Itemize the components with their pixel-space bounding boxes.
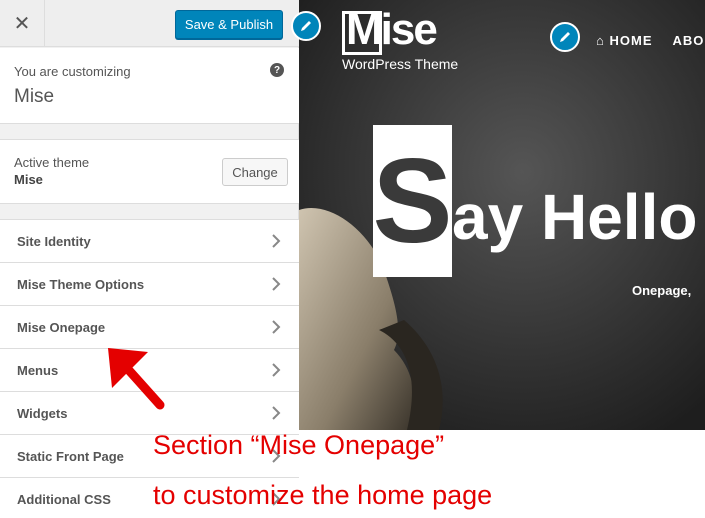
logo-subtitle: WordPress Theme — [342, 56, 459, 72]
chevron-right-icon — [272, 234, 281, 248]
hero-subtitle: Onepage, — [632, 283, 692, 298]
chevron-right-icon — [272, 277, 281, 291]
active-theme-panel: Active theme Mise Change — [0, 139, 299, 204]
change-theme-button[interactable]: Change — [222, 158, 288, 186]
close-button[interactable]: ✕ — [0, 0, 45, 47]
section-site-identity[interactable]: Site Identity — [0, 219, 299, 262]
active-theme-label: Active theme — [14, 155, 90, 170]
chevron-right-icon — [272, 363, 281, 377]
customizing-label: You are customizing — [14, 64, 131, 79]
save-publish-button[interactable]: Save & Publish — [175, 10, 283, 39]
nav-about[interactable]: ABO — [672, 33, 704, 48]
site-nav: ⌂ HOME ABO — [596, 33, 704, 48]
section-label: Widgets — [17, 405, 68, 421]
help-icon[interactable]: ? — [270, 63, 284, 77]
section-label: Mise Theme Options — [17, 276, 145, 292]
active-theme-name: Mise — [14, 172, 43, 187]
edit-menu-pencil-icon[interactable] — [550, 22, 580, 52]
section-mise-theme-options[interactable]: Mise Theme Options — [0, 262, 299, 305]
annotation-line-2: to customize the home page — [153, 480, 493, 510]
site-logo[interactable]: Mise WordPress Theme — [342, 5, 462, 72]
hero-title: ay Hello — [452, 181, 698, 253]
section-label: Mise Onepage — [17, 319, 106, 335]
annotation-line-1: Section “Mise Onepage” — [153, 430, 445, 460]
customizing-info: You are customizing Mise ? — [0, 48, 299, 124]
section-label: Static Front Page — [17, 448, 124, 464]
chevron-right-icon — [272, 320, 281, 334]
customizing-theme-name: Mise — [14, 86, 55, 107]
section-label: Site Identity — [17, 233, 91, 249]
logo-text: Mise — [346, 5, 438, 54]
close-icon: ✕ — [13, 13, 31, 35]
chevron-right-icon — [272, 406, 281, 420]
nav-home[interactable]: ⌂ HOME — [596, 33, 652, 48]
section-label: Menus — [17, 362, 59, 378]
section-label: Additional CSS — [17, 491, 111, 507]
hero-first-letter: S — [372, 134, 453, 268]
customizer-header: ✕ Save & Publish — [0, 0, 299, 47]
home-icon: ⌂ — [596, 33, 605, 48]
edit-shortcut-pencil-icon[interactable] — [291, 11, 321, 41]
annotation-arrow-icon — [108, 348, 165, 410]
